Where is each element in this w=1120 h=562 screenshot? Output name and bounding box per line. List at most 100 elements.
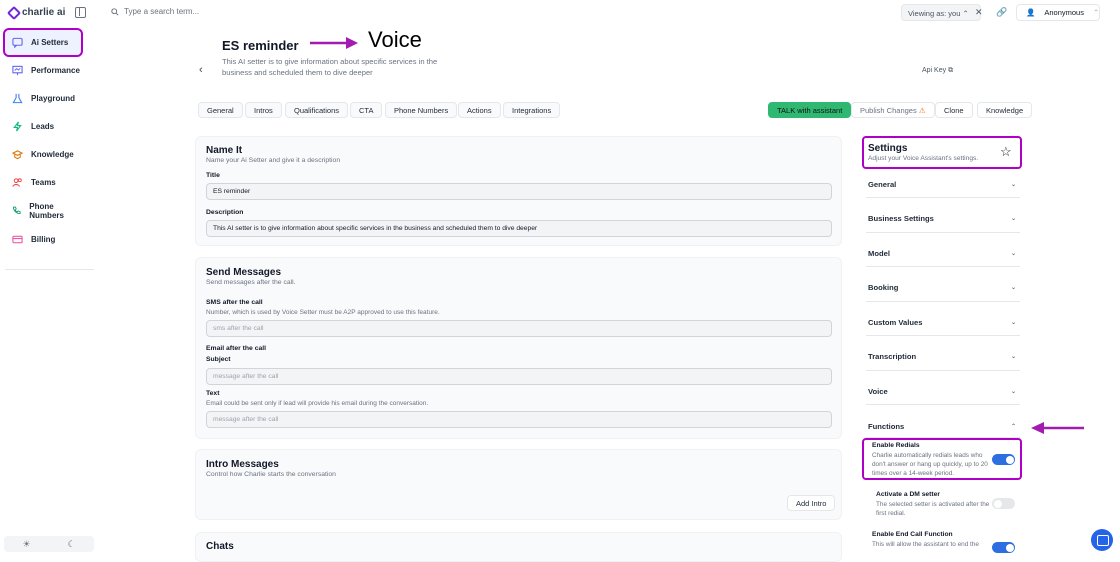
support-chat-icon[interactable] [1091,529,1113,551]
subject-input[interactable]: message after the call [206,368,832,385]
search-bar[interactable]: Type a search term... [111,7,199,16]
link-icon[interactable]: 🔗 [996,7,1007,18]
tab-integrations[interactable]: Integrations [503,102,561,118]
topbar: Type a search term... Viewing as: you ⌃ … [110,0,1120,27]
search-input[interactable]: Type a search term... [124,7,199,16]
settings-section-transcription[interactable]: Transcription ⌄ [868,349,1018,363]
card-subtitle: Send messages after the call. [206,279,296,286]
card-title: Send Messages [206,267,282,278]
chevron-updown-icon: ⌃ [962,9,969,18]
section-label: Functions [868,421,905,431]
collapse-sidebar-icon[interactable] [75,7,86,18]
text-help: Email could be sent only if lead will pr… [206,400,429,407]
theme-switcher: ☀ ☾ [4,536,94,552]
flask-icon [12,93,23,104]
settings-section-functions[interactable]: Functions ⌃ [868,419,1018,433]
copy-icon: ⧉ [948,67,954,74]
sidebar-item-label: Playground [31,94,76,103]
graduation-cap-icon [12,150,23,160]
title-input[interactable]: ES reminder [206,183,832,200]
sidebar-item-label: Performance [31,66,80,75]
sidebar-item-phone-numbers[interactable]: Phone Numbers [5,198,81,223]
talk-with-assistant-button[interactable]: TALK with assistant [768,102,852,118]
divider [866,266,1020,267]
tab-cta[interactable]: CTA [350,102,383,118]
lightning-icon [13,121,22,132]
settings-section-booking[interactable]: Booking ⌄ [868,280,1018,294]
tab-general[interactable]: General [198,102,243,118]
toggle-knob [1005,543,1014,552]
viewing-as-label: Viewing as: you [908,9,961,18]
section-label: Business Settings [868,213,934,223]
divider [866,301,1020,302]
chat-icon [12,37,23,48]
sidebar-item-label: Phone Numbers [29,201,64,220]
user-menu[interactable]: 👤 Anonymous ⌃ [1016,4,1100,21]
name-it-card: Name It Name your Ai Setter and give it … [195,136,842,246]
close-icon[interactable]: ✕ [975,7,983,18]
sidebar-item-teams[interactable]: Teams [5,170,81,195]
clone-button[interactable]: Clone [935,102,973,118]
api-key-label: Api Key [922,67,947,74]
dm-setter-toggle[interactable] [992,498,1015,509]
brand-logo[interactable]: charlie ai [6,5,65,20]
tab-actions[interactable]: Actions [458,102,501,118]
tab-intros[interactable]: Intros [245,102,282,118]
end-call-desc: This will allow the assistant to end the [872,541,979,548]
end-call-title: Enable End Call Function [872,531,953,538]
end-call-toggle[interactable] [992,542,1015,553]
page-title: ES reminder [222,38,299,53]
email-label: Email after the call [206,345,267,352]
user-name: Anonymous [1044,8,1084,17]
tab-qualifications[interactable]: Qualifications [285,102,349,118]
add-intro-button[interactable]: Add Intro [787,495,836,511]
tab-phone-numbers[interactable]: Phone Numbers [385,102,458,118]
settings-section-voice[interactable]: Voice ⌄ [868,384,1018,398]
chevron-down-icon: ⌄ [1010,181,1016,188]
sidebar: charlie ai Ai Setters Performance Playgr… [0,0,97,556]
sms-help: Number, which is used by Voice Setter mu… [206,309,440,316]
voice-annotation: Voice [368,27,422,52]
sidebar-item-performance[interactable]: Performance [5,58,81,83]
sun-icon[interactable]: ☀ [22,539,30,550]
card-title: Chats [206,541,234,552]
sms-label: SMS after the call [206,299,263,306]
description-input[interactable]: This AI setter is to give information ab… [206,220,832,237]
sms-input[interactable]: sms after the call [206,320,832,337]
sidebar-item-knowledge[interactable]: Knowledge [5,142,81,167]
divider [866,335,1020,336]
back-chevron-icon[interactable]: ‹ [199,64,203,76]
sidebar-item-leads[interactable]: Leads [5,114,81,139]
chevron-down-icon: ⌄ [1010,215,1016,222]
chevron-up-icon: ⌃ [1010,423,1016,430]
warning-icon: ⚠ [918,105,926,115]
divider [866,404,1020,405]
chats-card: Chats [195,532,842,562]
users-icon [12,178,22,187]
divider [866,197,1020,198]
sidebar-item-ai-setters[interactable]: Ai Setters [3,28,83,57]
star-icon[interactable]: ☆ [1000,144,1012,160]
toggle-knob [993,499,1002,508]
description-label: Description [206,209,244,216]
chevron-down-icon: ⌄ [1010,284,1016,291]
settings-section-custom-values[interactable]: Custom Values ⌄ [868,315,1018,329]
text-input[interactable]: message after the call [206,411,832,428]
sidebar-item-billing[interactable]: Billing [5,227,81,252]
settings-section-general[interactable]: General ⌄ [868,177,1018,191]
sidebar-item-playground[interactable]: Playground [5,86,81,111]
card-title: Intro Messages [206,459,279,470]
settings-section-model[interactable]: Model ⌄ [868,246,1018,260]
sidebar-divider [5,269,94,270]
publish-changes-button[interactable]: Publish Changes ⚠ [851,102,935,118]
knowledge-button[interactable]: Knowledge [977,102,1033,118]
viewing-as-select[interactable]: Viewing as: you ⌃ [901,4,981,21]
moon-icon[interactable]: ☾ [67,539,75,550]
settings-section-business[interactable]: Business Settings ⌄ [868,211,1018,225]
search-icon [111,7,119,16]
title-label: Title [206,172,220,179]
intro-messages-card: Intro Messages Control how Charlie start… [195,449,842,520]
api-key-button[interactable]: Api Key ⧉ [922,67,953,75]
page-description: This AI setter is to give information ab… [222,57,438,77]
enable-redials-toggle[interactable] [992,454,1015,465]
